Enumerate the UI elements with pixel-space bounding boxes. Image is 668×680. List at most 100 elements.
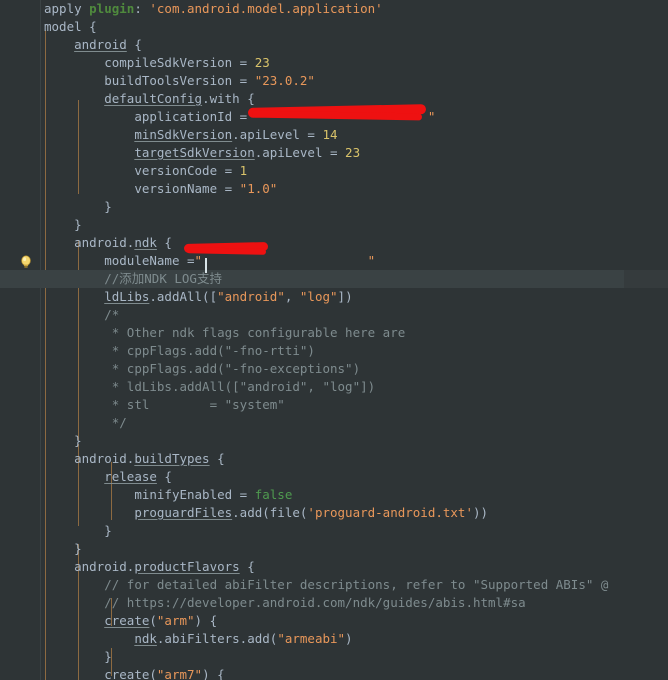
code-token: 14	[322, 127, 338, 142]
code-line-text: buildToolsVersion = "23.0.2"	[44, 73, 315, 88]
code-line[interactable]: // for detailed abiFilter descriptions, …	[0, 576, 668, 594]
code-token: */	[104, 415, 127, 430]
code-line[interactable]: minSdkVersion.apiLevel = 14	[0, 126, 668, 144]
code-line[interactable]: //添加NDK LOG支持	[0, 270, 668, 288]
code-token: // https://developer.android.com/ndk/gui…	[104, 595, 526, 610]
code-editor[interactable]: apply plugin: 'com.android.model.applica…	[0, 0, 668, 680]
code-line[interactable]: model {	[0, 18, 668, 36]
code-token: apply	[44, 1, 90, 16]
redacted-value	[202, 253, 368, 268]
code-line[interactable]: * cppFlags.add("-fno-rtti")	[0, 342, 668, 360]
code-line-text: }	[44, 199, 112, 214]
code-token: applicationId =	[134, 109, 255, 124]
code-token: "android"	[217, 289, 285, 304]
code-line[interactable]: targetSdkVersion.apiLevel = 23	[0, 144, 668, 162]
code-line[interactable]: versionName = "1.0"	[0, 180, 668, 198]
code-token: 23	[345, 145, 361, 160]
code-line-text: * ldLibs.addAll(["android", "log"])	[44, 379, 375, 394]
code-line-text: moduleName =" "	[44, 253, 375, 268]
code-line[interactable]: android.ndk {	[0, 234, 668, 252]
code-line[interactable]: proguardFiles.add(file('proguard-android…	[0, 504, 668, 522]
code-token: ldLibs	[104, 289, 150, 304]
code-token: .abiFilters.add(	[156, 631, 278, 646]
code-token: "armeabi"	[277, 631, 346, 646]
code-token: 1	[239, 163, 248, 178]
code-line[interactable]: android {	[0, 36, 668, 54]
code-token: )	[345, 631, 353, 646]
code-token: ))	[473, 505, 489, 520]
code-line[interactable]: compileSdkVersion = 23	[0, 54, 668, 72]
code-token: proguardFiles	[134, 505, 233, 520]
code-line[interactable]: * stl = "system"	[0, 396, 668, 414]
code-token: create	[104, 613, 150, 628]
code-line-text: android {	[44, 37, 142, 52]
code-line[interactable]: }	[0, 540, 668, 558]
code-line[interactable]: apply plugin: 'com.android.model.applica…	[0, 0, 668, 18]
code-line-text: defaultConfig.with {	[44, 91, 255, 106]
code-line-text: // for detailed abiFilter descriptions, …	[44, 577, 608, 592]
code-line-text: // https://developer.android.com/ndk/gui…	[44, 595, 526, 610]
code-line-text: android.ndk {	[44, 235, 172, 250]
code-content[interactable]: apply plugin: 'com.android.model.applica…	[0, 0, 668, 680]
code-line[interactable]: ldLibs.addAll(["android", "log"])	[0, 288, 668, 306]
code-token: // for detailed abiFilter descriptions, …	[104, 577, 609, 592]
code-line[interactable]: /*	[0, 306, 668, 324]
code-line[interactable]: minifyEnabled = false	[0, 486, 668, 504]
code-line[interactable]: }	[0, 216, 668, 234]
code-line-text: versionName = "1.0"	[44, 181, 277, 196]
code-line-text: minSdkVersion.apiLevel = 14	[44, 127, 338, 142]
code-line[interactable]: * Other ndk flags configurable here are	[0, 324, 668, 342]
code-token: plugin	[89, 1, 135, 16]
code-line[interactable]: * cppFlags.add("-fno-exceptions")	[0, 360, 668, 378]
code-token: 23	[254, 55, 270, 70]
code-token: minifyEnabled =	[134, 487, 255, 502]
lightbulb-icon[interactable]	[18, 254, 34, 270]
code-token: "arm7"	[156, 667, 203, 680]
code-line[interactable]: create("arm7") {	[0, 666, 668, 680]
code-line-text: versionCode = 1	[44, 163, 247, 178]
code-line[interactable]: create("arm") {	[0, 612, 668, 630]
code-line[interactable]: * ldLibs.addAll(["android", "log"])	[0, 378, 668, 396]
code-token: minSdkVersion	[134, 127, 233, 142]
code-line[interactable]: android.buildTypes {	[0, 450, 668, 468]
code-line[interactable]: }	[0, 522, 668, 540]
code-line[interactable]: }	[0, 648, 668, 666]
code-token: {	[156, 235, 172, 250]
code-line[interactable]: }	[0, 198, 668, 216]
code-token: .with {	[202, 91, 255, 106]
code-line-text: apply plugin: 'com.android.model.applica…	[44, 1, 383, 16]
code-line[interactable]: ndk.abiFilters.add("armeabi")	[0, 630, 668, 648]
code-token: create	[104, 667, 150, 680]
code-line[interactable]: // https://developer.android.com/ndk/gui…	[0, 594, 668, 612]
code-token: ])	[337, 289, 353, 304]
code-token: }	[104, 649, 112, 664]
code-line-text: /*	[44, 307, 119, 322]
code-line[interactable]: moduleName =" "	[0, 252, 668, 270]
code-line[interactable]: versionCode = 1	[0, 162, 668, 180]
code-line[interactable]: buildToolsVersion = "23.0.2"	[0, 72, 668, 90]
code-line-text: ldLibs.addAll(["android", "log"])	[44, 289, 353, 304]
code-line[interactable]: */	[0, 414, 668, 432]
code-line[interactable]: }	[0, 432, 668, 450]
code-token: }	[104, 199, 112, 214]
code-line-text: */	[44, 415, 127, 430]
code-line[interactable]: android.productFlavors {	[0, 558, 668, 576]
code-line[interactable]: release {	[0, 468, 668, 486]
